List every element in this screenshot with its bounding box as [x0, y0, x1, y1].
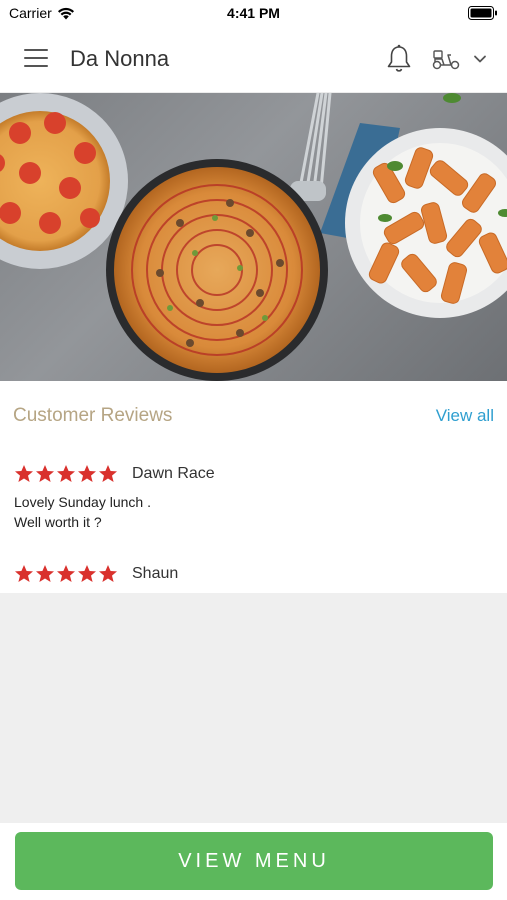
bell-icon[interactable] — [386, 44, 412, 74]
delivery-scooter-icon[interactable] — [431, 47, 461, 71]
content-background — [0, 593, 507, 823]
star-icon — [99, 565, 117, 582]
footer: VIEW MENU — [0, 823, 507, 900]
app-header: Da Nonna — [0, 26, 507, 93]
chevron-down-icon[interactable] — [473, 54, 487, 64]
customer-reviews-section: Customer Reviews View all Dawn Race Love… — [0, 381, 507, 593]
status-bar: Carrier 4:41 PM — [0, 0, 507, 26]
reviewer-name: Shaun — [132, 565, 179, 582]
star-icon — [99, 465, 117, 482]
food-photo — [0, 93, 507, 381]
view-all-link[interactable]: View all — [436, 406, 494, 426]
star-icon — [36, 565, 54, 582]
star-icon — [15, 565, 33, 582]
status-time: 4:41 PM — [227, 5, 280, 21]
star-icon — [57, 465, 75, 482]
battery-icon — [468, 6, 497, 20]
star-rating — [14, 464, 118, 484]
section-title: Customer Reviews — [13, 405, 173, 426]
menu-icon[interactable] — [24, 49, 48, 69]
reviewer-name: Dawn Race — [132, 465, 215, 482]
star-rating — [14, 564, 118, 584]
view-menu-button[interactable]: VIEW MENU — [15, 832, 493, 890]
star-icon — [36, 465, 54, 482]
star-icon — [57, 565, 75, 582]
page-title: Da Nonna — [70, 46, 170, 71]
review-item: Dawn Race Lovely Sunday lunch . Well wor… — [14, 464, 215, 532]
review-text: Lovely Sunday lunch . Well worth it ? — [14, 494, 151, 530]
star-icon — [78, 565, 96, 582]
review-item: Shaun — [14, 564, 178, 584]
star-icon — [78, 465, 96, 482]
star-icon — [15, 465, 33, 482]
hero-image — [0, 93, 507, 381]
